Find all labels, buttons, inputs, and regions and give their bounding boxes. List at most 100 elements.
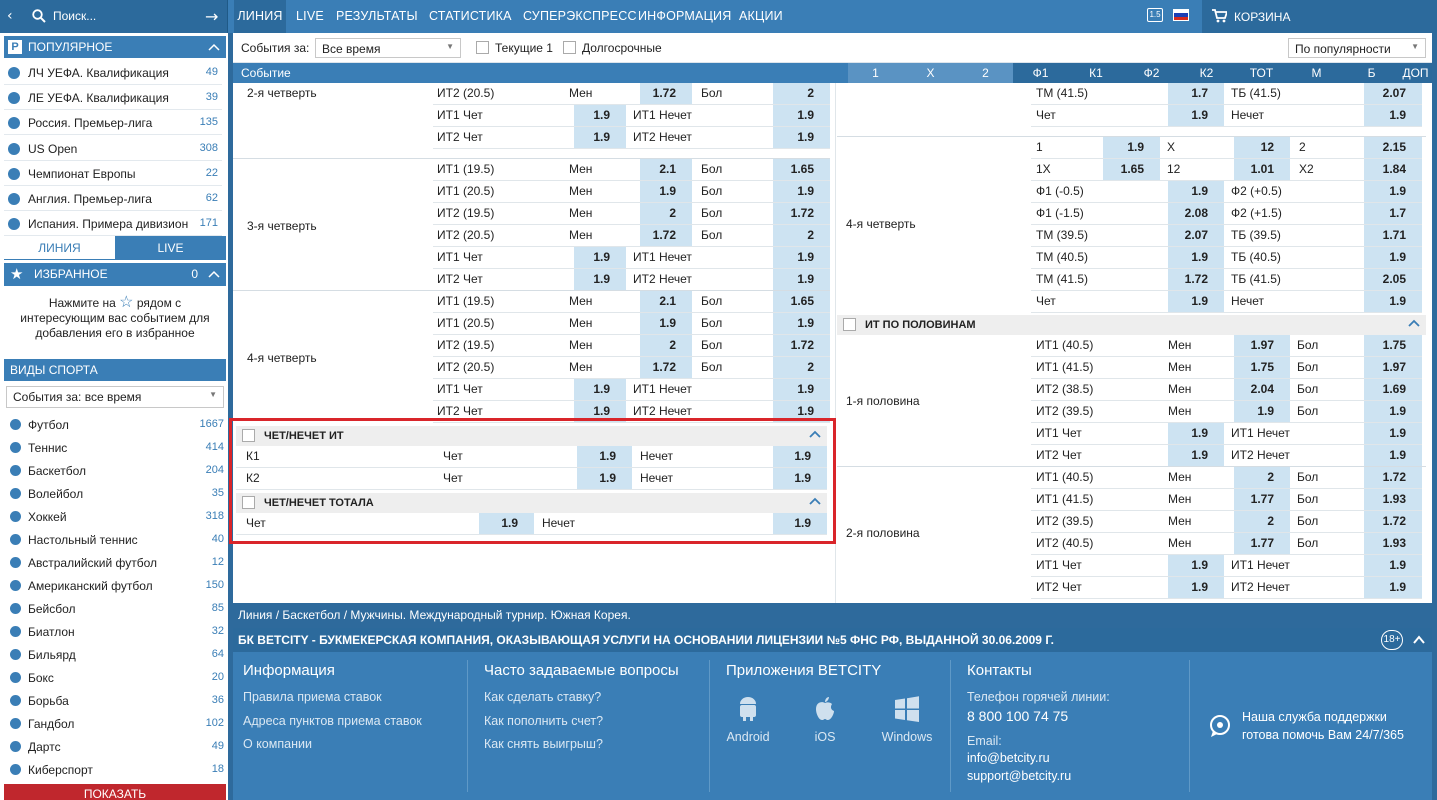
odds-cell[interactable]: 1.9 — [574, 247, 626, 268]
sort-select[interactable]: По популярности ▼ — [1288, 38, 1426, 58]
column-event[interactable]: Событие — [233, 63, 848, 83]
nav-superexpress[interactable]: СУПЕРЭКСПРЕСС — [523, 0, 637, 33]
odds-cell[interactable]: 1.9 — [1168, 105, 1224, 126]
odds-cell[interactable]: 2.1 — [640, 291, 692, 312]
odds-cell[interactable]: 1.9 — [1364, 105, 1422, 126]
email-support[interactable]: support@betcity.ru — [967, 769, 1071, 783]
odds-cell[interactable]: 1.7 — [1364, 203, 1422, 224]
odds-cell[interactable]: 1.9 — [1103, 137, 1160, 158]
odds-cell[interactable]: 1.75 — [1364, 335, 1422, 356]
popular-item[interactable]: ЛЕ УЕФА. Квалификация 39 — [4, 85, 222, 111]
odds-cell[interactable]: 1.93 — [1364, 489, 1422, 510]
popular-item[interactable]: ЛЧ УЕФА. Квалификация 49 — [4, 60, 222, 85]
sport-item[interactable]: Австралийский футбол 12 — [4, 551, 226, 574]
chevron-up-icon[interactable] — [208, 270, 220, 278]
nav-line[interactable]: ЛИНИЯ — [234, 0, 286, 33]
odds-cell[interactable]: 1.71 — [1364, 225, 1422, 246]
odds-cell[interactable]: 2 — [640, 335, 692, 356]
odds-cell[interactable]: 1.9 — [1168, 445, 1224, 466]
odds-cell[interactable]: 1.72 — [1364, 511, 1422, 532]
sport-item[interactable]: Киберспорт 18 — [4, 758, 226, 781]
odds-cell[interactable]: 1.9 — [1364, 291, 1422, 312]
odds-cell[interactable]: 1.9 — [1364, 577, 1422, 598]
odds-cell[interactable]: 1.9 — [1234, 401, 1290, 422]
odds-cell[interactable]: 1.77 — [1234, 489, 1290, 510]
sport-item[interactable]: Биатлон 32 — [4, 620, 226, 643]
sport-item[interactable]: Хоккей 318 — [4, 505, 226, 528]
odds-cell[interactable]: 2 — [640, 203, 692, 224]
popular-item[interactable]: Англия. Премьер-лига 62 — [4, 186, 222, 211]
sport-item[interactable]: Футбол 1667 — [4, 413, 226, 436]
sport-item[interactable]: Американский футбол 150 — [4, 574, 226, 597]
odds-cell[interactable]: 1.69 — [1364, 379, 1422, 400]
collapse-left-icon[interactable]: ‹ — [7, 8, 13, 24]
section-halves[interactable]: ИТ ПО ПОЛОВИНАМ — [837, 315, 1426, 335]
sport-item[interactable]: Борьба 36 — [4, 689, 226, 712]
odds-cell[interactable]: 1.97 — [1364, 357, 1422, 378]
faq-link-deposit[interactable]: Как пополнить счет? — [484, 714, 603, 728]
odds-cell[interactable]: 1.9 — [574, 379, 626, 400]
sport-item[interactable]: Бильярд 64 — [4, 643, 226, 666]
cart-button[interactable]: КОРЗИНА — [1202, 0, 1437, 33]
column-odds[interactable]: К1 — [1068, 63, 1124, 83]
column-odds[interactable]: 1 — [848, 63, 903, 83]
odds-cell[interactable]: 1.9 — [1364, 445, 1422, 466]
odds-cell[interactable]: 1.65 — [773, 159, 830, 180]
odds-cell[interactable]: 1.9 — [574, 127, 626, 148]
popular-item[interactable]: Испания. Примера дивизион 171 — [4, 211, 222, 237]
odds-cell[interactable]: 2 — [773, 83, 830, 104]
info-link-rules[interactable]: Правила приема ставок — [243, 690, 382, 704]
nav-live[interactable]: LIVE — [296, 0, 324, 33]
odds-cell[interactable]: 1.9 — [773, 313, 830, 334]
column-odds[interactable]: Ф1 — [1013, 63, 1068, 83]
odds-cell[interactable]: 1.01 — [1234, 159, 1290, 180]
period-select[interactable]: Все время ▼ — [315, 38, 461, 58]
odds-cell[interactable]: 1.9 — [773, 127, 830, 148]
nav-promos[interactable]: АКЦИИ — [739, 0, 783, 33]
column-odds[interactable]: 2 — [958, 63, 1013, 83]
odds-format-badge[interactable]: 1.5 — [1147, 8, 1163, 22]
tab-line[interactable]: ЛИНИЯ — [4, 236, 115, 260]
odds-cell[interactable]: 1.72 — [773, 335, 830, 356]
odds-cell[interactable]: 1.9 — [773, 247, 830, 268]
column-odds[interactable]: М — [1289, 63, 1344, 83]
odds-cell[interactable]: 1.9 — [1364, 181, 1422, 202]
odds-cell[interactable]: 2.15 — [1364, 137, 1422, 158]
ios-app-link[interactable]: iOS — [795, 696, 855, 744]
odds-cell[interactable]: 2.07 — [1168, 225, 1224, 246]
odds-cell[interactable]: 12 — [1234, 137, 1290, 158]
odds-cell[interactable]: 1.72 — [640, 83, 692, 104]
android-app-link[interactable]: Android — [718, 696, 778, 744]
sport-item[interactable]: Теннис 414 — [4, 436, 226, 459]
info-link-addresses[interactable]: Адреса пунктов приема ставок — [243, 714, 422, 728]
tab-live[interactable]: LIVE — [115, 236, 226, 260]
odds-cell[interactable]: 1.75 — [1234, 357, 1290, 378]
popular-header[interactable]: P ПОПУЛЯРНОЕ — [4, 36, 226, 58]
column-odds[interactable]: ТОТ — [1234, 63, 1289, 83]
events-period-select[interactable]: События за: все время ▼ — [6, 386, 224, 408]
odds-cell[interactable]: 1.9 — [1364, 247, 1422, 268]
sport-item[interactable]: Бокс 20 — [4, 666, 226, 689]
column-odds[interactable]: Б — [1344, 63, 1399, 83]
odds-cell[interactable]: 2 — [1234, 467, 1290, 488]
chevron-up-icon[interactable] — [208, 43, 220, 51]
odds-cell[interactable]: 1.65 — [773, 291, 830, 312]
odds-cell[interactable]: 1.84 — [1364, 159, 1422, 180]
odds-cell[interactable]: 1.9 — [1364, 555, 1422, 576]
nav-statistics[interactable]: СТАТИСТИКА — [429, 0, 512, 33]
faq-link-withdraw[interactable]: Как снять выигрыш? — [484, 737, 603, 751]
popular-item[interactable]: Чемпионат Европы 22 — [4, 161, 222, 186]
current-checkbox[interactable] — [476, 41, 489, 54]
odds-cell[interactable]: 1.72 — [773, 203, 830, 224]
odds-cell[interactable]: 1.9 — [773, 181, 830, 202]
odds-cell[interactable]: 2.04 — [1234, 379, 1290, 400]
odds-cell[interactable]: 1.9 — [574, 269, 626, 290]
column-odds[interactable]: Ф2 — [1124, 63, 1179, 83]
search-bar[interactable]: ‹ Поиск... → — [0, 0, 228, 33]
odds-cell[interactable]: 1.7 — [1168, 83, 1224, 104]
odds-cell[interactable]: 1.9 — [1168, 577, 1224, 598]
odds-cell[interactable]: 1.9 — [773, 105, 830, 126]
odds-cell[interactable]: 1.9 — [574, 105, 626, 126]
faq-link-bet[interactable]: Как сделать ставку? — [484, 690, 601, 704]
favorites-header[interactable]: ★ ИЗБРАННОЕ 0 — [4, 263, 226, 286]
